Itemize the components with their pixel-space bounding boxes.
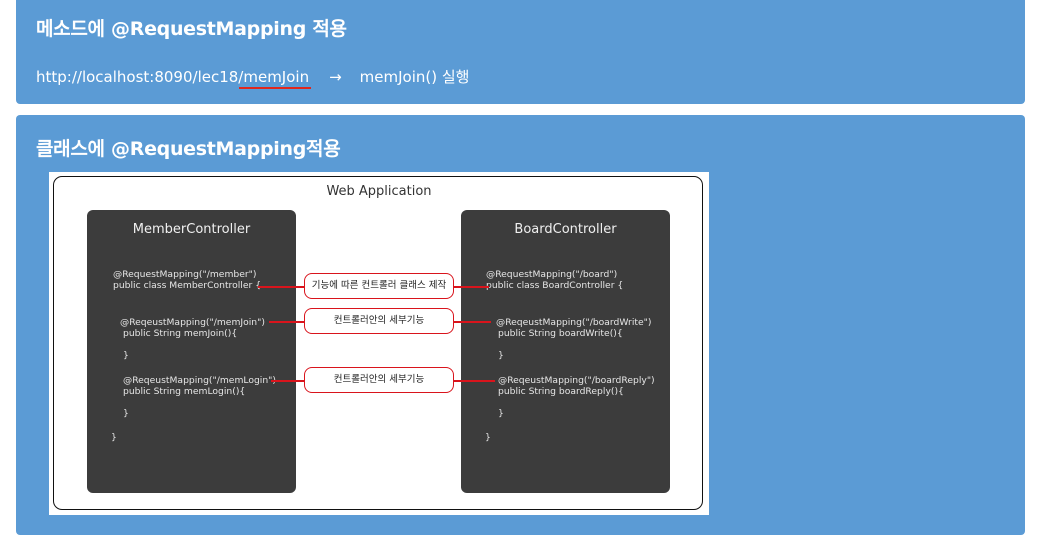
member-join-decl: public String memJoin(){ [123,328,238,339]
method-mapping-title: 메소드에 @RequestMapping 적용 [36,18,347,40]
member-controller-name: MemberController [132,222,251,237]
board-class-close: } [485,432,491,443]
method1-right-connector [453,321,491,323]
member-controller-box: MemberController @RequestMapping("/membe… [87,210,296,493]
method1-left-connector [269,321,305,323]
board-reply-decl: public String boardReply(){ [498,386,624,397]
class-right-connector [453,286,489,288]
method-level-label-2: 컨트롤러안의 세부기능 [304,367,454,393]
member-login-decl: public String memLogin(){ [123,386,246,397]
member-join-mapping: @ReqeustMapping("/memJoin") [120,317,265,328]
member-login-mapping: @ReqeustMapping("/memLogin") [123,375,276,386]
url-example: http://localhost:8090/lec18/memJoin → memJ… [36,66,469,87]
url-prefix: http://localhost:8090/lec18/ [36,68,244,86]
diagram-title: Web Application [326,184,432,199]
web-application-diagram: Web Application MemberController @Reques… [49,172,709,515]
method-level-label-1: 컨트롤러안의 세부기능 [304,308,454,334]
class-mapping-title: 클래스에 @RequestMapping적용 [36,138,341,160]
member-join-close: } [123,350,129,361]
board-class-decl: public class BoardController { [486,280,624,291]
board-controller-box: BoardController @RequestMapping("/board"… [461,210,670,493]
board-write-close: } [498,350,504,361]
url-result: memJoin() 실행 [359,68,470,86]
method2-right-connector [453,380,495,382]
method2-left-connector [271,380,305,382]
url-highlight: memJoin [243,68,310,86]
board-reply-close: } [498,408,504,419]
class-left-connector [258,286,305,288]
board-write-decl: public String boardWrite(){ [498,328,623,339]
member-class-mapping: @RequestMapping("/member") [113,269,257,280]
board-reply-mapping: @ReqeustMapping("/boardReply") [498,375,655,386]
member-login-close: } [123,408,129,419]
board-write-mapping: @ReqeustMapping("/boardWrite") [496,317,652,328]
board-controller-name: BoardController [514,222,617,237]
class-level-label: 기능에 따른 컨트롤러 클래스 제작 [304,273,454,299]
member-class-decl: public class MemberController { [113,280,262,291]
method-mapping-panel: 메소드에 @RequestMapping 적용 http://localhost… [16,0,1025,104]
member-class-close: } [111,432,117,443]
board-class-mapping: @RequestMapping("/board") [486,269,618,280]
right-arrow-icon: → [329,68,342,86]
